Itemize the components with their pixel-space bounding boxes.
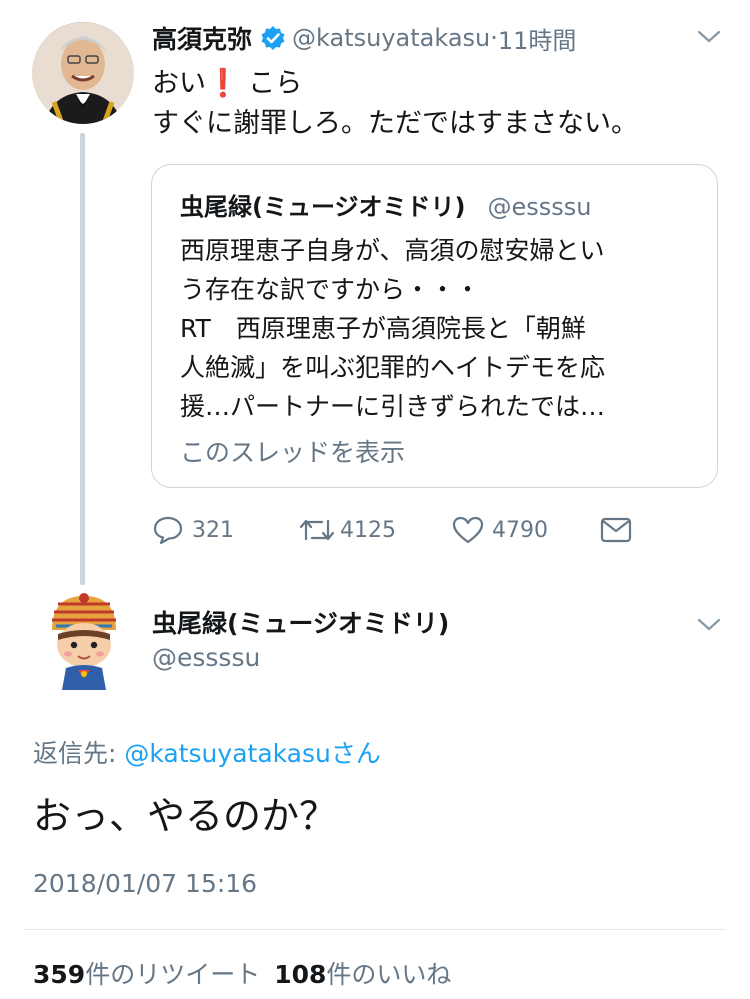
reply-author-avatar[interactable] bbox=[36, 590, 132, 690]
exclamation-emoji-icon: ❗ bbox=[206, 68, 240, 99]
quoted-text-line: う存在な訳ですから・・・ bbox=[180, 275, 481, 304]
quoted-text-line: 人絶滅」を叫ぶ犯罪的ヘイトデモを応 bbox=[180, 353, 606, 382]
heart-icon bbox=[452, 516, 484, 544]
retweet-stat-count: 359 bbox=[33, 960, 86, 989]
reply-tweet-text: おっ、やるのか？ bbox=[33, 794, 338, 838]
quoted-text-line: RT 西原理恵子が高須院長と「朝鮮 bbox=[180, 314, 586, 343]
retweet-stat-label: 件のリツイート bbox=[85, 960, 261, 989]
tweet-text-line: すぐに謝罪しろ。ただではすまさない。 bbox=[152, 108, 638, 139]
reply-author-name[interactable]: 虫尾緑(ミュージオミドリ) bbox=[152, 604, 449, 640]
author-avatar[interactable] bbox=[32, 22, 134, 124]
like-count: 4790 bbox=[492, 517, 548, 543]
reply-author-handle[interactable]: @essssu bbox=[152, 643, 260, 672]
divider bbox=[25, 929, 725, 930]
quoted-author-handle: @essssu bbox=[487, 193, 592, 221]
reply-icon bbox=[153, 516, 183, 545]
reply-button[interactable]: 321 bbox=[152, 510, 234, 550]
retweet-icon bbox=[299, 519, 335, 541]
like-stat-label: 件のいいね bbox=[326, 960, 452, 989]
reply-to-suffix[interactable]: さん bbox=[331, 739, 381, 768]
tweet-header: 高須克弥 @katsuyatakasu · 11時間 bbox=[152, 18, 576, 58]
reply-timestamp: 2018/01/07 15:16 bbox=[33, 869, 258, 898]
author-handle[interactable]: @katsuyatakasu bbox=[292, 24, 490, 52]
quoted-tweet-text: 西原理恵子自身が、高須の慰安婦とい う存在な訳ですから・・・ RT 西原理恵子が… bbox=[180, 231, 700, 426]
reply-to-prefix: 返信先: bbox=[33, 739, 125, 768]
tweet-time[interactable]: 11時間 bbox=[498, 21, 577, 56]
reply-to-line: 返信先: @katsuyatakasuさん bbox=[33, 734, 381, 770]
verified-badge-icon bbox=[260, 25, 286, 51]
reply-count: 321 bbox=[192, 517, 234, 543]
like-stat-count: 108 bbox=[274, 960, 327, 989]
author-name[interactable]: 高須克弥 bbox=[152, 20, 252, 56]
reply-to-mention[interactable]: @katsuyatakasu bbox=[124, 739, 331, 768]
quoted-text-line: 西原理恵子自身が、高須の慰安婦とい bbox=[180, 236, 605, 265]
quoted-author-name: 虫尾緑(ミュージオミドリ) bbox=[180, 193, 466, 221]
chevron-down-icon[interactable] bbox=[697, 30, 721, 44]
quoted-tweet-header: 虫尾緑(ミュージオミドリ) @essssu bbox=[180, 187, 591, 222]
direct-message-button[interactable] bbox=[600, 510, 632, 550]
like-stat[interactable]: 108件のいいね bbox=[274, 960, 451, 989]
like-button[interactable]: 4790 bbox=[452, 510, 548, 550]
tweet-actions: 321 4125 4790 bbox=[152, 510, 652, 550]
retweet-stat[interactable]: 359件のリツイート bbox=[33, 960, 260, 989]
quoted-tweet-card[interactable]: 虫尾緑(ミュージオミドリ) @essssu 西原理恵子自身が、高須の慰安婦とい う… bbox=[151, 164, 718, 488]
tweet-text-part: おい bbox=[152, 68, 206, 99]
quoted-text-line: 援…パートナーに引きずられたでは… bbox=[180, 392, 606, 421]
thread-connector-line bbox=[80, 133, 85, 585]
retweet-button[interactable]: 4125 bbox=[298, 510, 396, 550]
dot-separator: · bbox=[490, 24, 498, 52]
envelope-icon bbox=[600, 517, 632, 543]
show-thread-link[interactable]: このスレッドを表示 bbox=[180, 433, 405, 469]
tweet-text-part: こら bbox=[239, 68, 303, 99]
chevron-down-icon[interactable] bbox=[697, 618, 721, 632]
tweet-text: おい❗ こら すぐに謝罪しろ。ただではすまさない。 bbox=[152, 64, 638, 144]
engagement-stats: 359件のリツイート 108件のいいね bbox=[33, 955, 451, 991]
retweet-count: 4125 bbox=[340, 517, 396, 543]
